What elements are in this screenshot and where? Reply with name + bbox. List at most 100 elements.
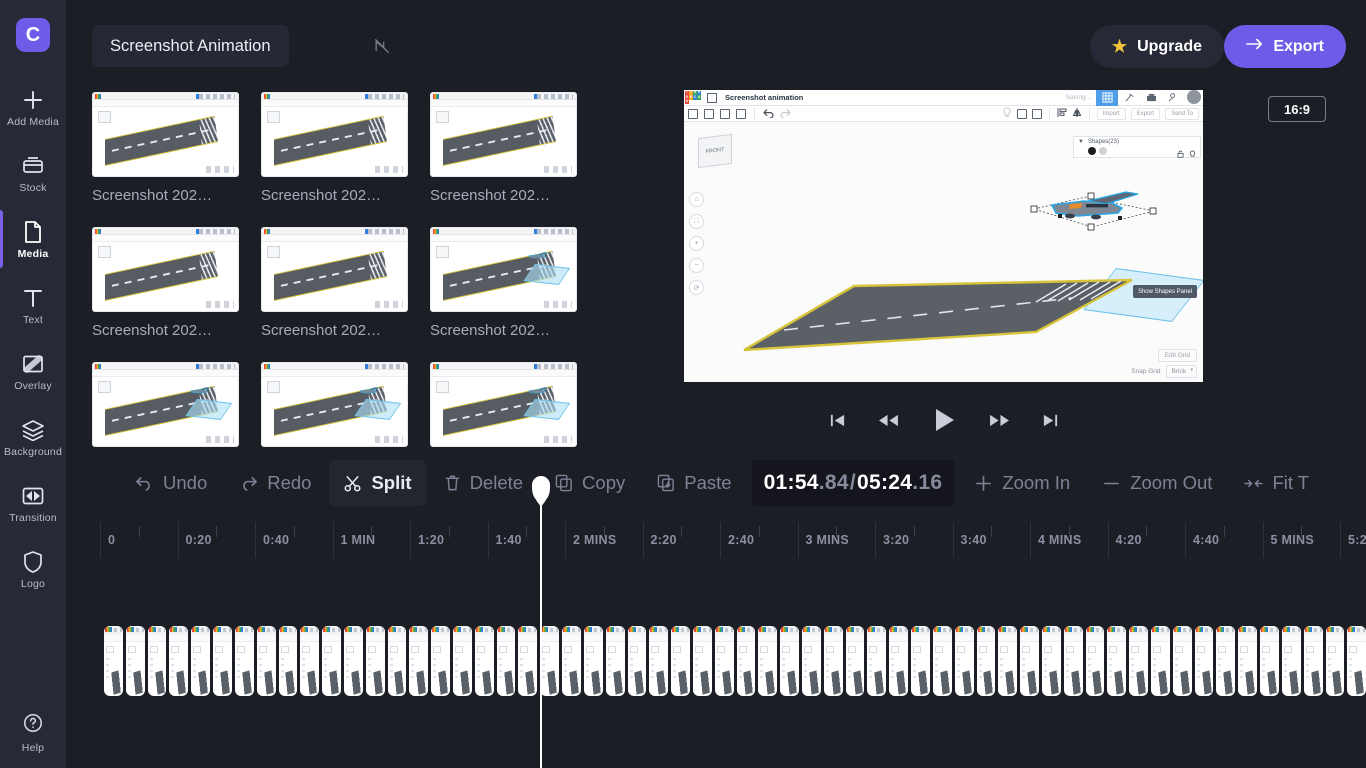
- media-thumbnail[interactable]: [92, 92, 239, 177]
- clip-frame[interactable]: [627, 626, 647, 696]
- clip-frame[interactable]: [496, 626, 516, 696]
- clip-frame[interactable]: [409, 626, 429, 696]
- clip-frame[interactable]: [431, 626, 450, 696]
- media-item[interactable]: Screenshot 202…: [92, 362, 239, 456]
- clip-frame[interactable]: [889, 626, 909, 696]
- project-title[interactable]: Screenshot Animation: [92, 25, 289, 67]
- timeline-clip[interactable]: [104, 626, 1366, 696]
- clip-frame[interactable]: [474, 626, 494, 696]
- zoom-out-button[interactable]: Zoom Out: [1088, 460, 1226, 506]
- skip-start-icon[interactable]: [829, 412, 846, 429]
- clip-frame[interactable]: [1194, 626, 1214, 696]
- tab-build-icon[interactable]: [1118, 90, 1140, 106]
- skip-end-icon[interactable]: [1042, 412, 1059, 429]
- copy-button[interactable]: Copy: [541, 460, 639, 506]
- delete-button[interactable]: Delete: [430, 460, 537, 506]
- media-thumbnail[interactable]: [261, 227, 408, 312]
- clip-frame[interactable]: [256, 626, 276, 696]
- playhead[interactable]: [532, 476, 550, 768]
- mirror-icon[interactable]: [1072, 105, 1082, 123]
- redo-button[interactable]: Redo: [225, 460, 325, 506]
- view-cube[interactable]: FRONT: [698, 133, 732, 169]
- clip-frame[interactable]: [867, 626, 887, 696]
- clip-frame[interactable]: [1107, 626, 1127, 696]
- clip-frame[interactable]: [1303, 626, 1323, 696]
- fit-timeline-button[interactable]: Fit T: [1230, 460, 1323, 506]
- clip-frame[interactable]: [518, 626, 538, 696]
- undo-icon[interactable]: [763, 105, 774, 123]
- clip-frame[interactable]: [736, 626, 756, 696]
- clip-frame[interactable]: [1325, 626, 1345, 696]
- zoom-in-button[interactable]: Zoom In: [960, 460, 1084, 506]
- clip-frame[interactable]: [1172, 626, 1192, 696]
- chevron-down-icon[interactable]: ▼: [1078, 139, 1084, 145]
- zoom-out-icon[interactable]: −: [689, 258, 704, 273]
- clip-frame[interactable]: [562, 626, 581, 696]
- sidebar-item-media[interactable]: Media: [0, 206, 66, 272]
- orbit-icon[interactable]: ⟳: [689, 280, 704, 295]
- clip-frame[interactable]: [998, 626, 1018, 696]
- clip-frame[interactable]: [1041, 626, 1061, 696]
- clip-frame[interactable]: [932, 626, 952, 696]
- clip-frame[interactable]: [387, 626, 407, 696]
- media-thumbnail[interactable]: [430, 227, 577, 312]
- import-button[interactable]: Import: [1096, 107, 1126, 120]
- group-icon[interactable]: [1016, 108, 1027, 119]
- clip-frame[interactable]: [954, 626, 974, 696]
- clip-frame[interactable]: [692, 626, 712, 696]
- media-item[interactable]: Screenshot 202…: [430, 227, 577, 339]
- play-icon[interactable]: [931, 407, 957, 433]
- color-swatch-hole[interactable]: [1098, 147, 1107, 155]
- lock-icon[interactable]: [1177, 145, 1184, 163]
- clip-frame[interactable]: [758, 626, 778, 696]
- tab-account-icon[interactable]: [1162, 90, 1184, 106]
- sidebar-item-help[interactable]: Help: [0, 712, 66, 754]
- split-button[interactable]: Split: [329, 460, 426, 506]
- clip-frame[interactable]: [1347, 626, 1366, 696]
- fast-forward-icon[interactable]: [989, 412, 1010, 429]
- clip-frame[interactable]: [1281, 626, 1301, 696]
- clip-frame[interactable]: [278, 626, 298, 696]
- clip-frame[interactable]: [671, 626, 690, 696]
- sidebar-item-background[interactable]: Background: [0, 404, 66, 470]
- media-thumbnail[interactable]: [430, 362, 577, 447]
- clip-frame[interactable]: [343, 626, 363, 696]
- shapes-panel[interactable]: ▼ Shapes(23): [1073, 136, 1201, 158]
- clip-frame[interactable]: [191, 626, 211, 696]
- sidebar-item-add-media[interactable]: Add Media: [0, 74, 66, 140]
- zoom-in-icon[interactable]: +: [689, 236, 704, 251]
- paste-icon[interactable]: [704, 108, 714, 119]
- duplicate-icon[interactable]: [720, 108, 730, 119]
- redo-icon[interactable]: [780, 105, 791, 123]
- clip-frame[interactable]: [1063, 626, 1083, 696]
- clip-frame[interactable]: [453, 626, 472, 696]
- copy-icon[interactable]: [688, 108, 698, 119]
- clip-frame[interactable]: [322, 626, 341, 696]
- clip-frame[interactable]: [911, 626, 930, 696]
- media-item[interactable]: Screenshot 202…: [430, 92, 577, 204]
- clip-frame[interactable]: [1085, 626, 1105, 696]
- undo-button[interactable]: Undo: [121, 460, 221, 506]
- sidebar-item-text[interactable]: Text: [0, 272, 66, 338]
- media-item[interactable]: Screenshot 202…: [261, 227, 408, 339]
- clip-frame[interactable]: [1260, 626, 1279, 696]
- clip-frame[interactable]: [1151, 626, 1170, 696]
- sidebar-item-stock[interactable]: Stock: [0, 140, 66, 206]
- preview-player[interactable]: TINKERCAD Screenshot animation Saving...: [684, 90, 1203, 382]
- media-item[interactable]: Screenshot 202…: [261, 92, 408, 204]
- clip-frame[interactable]: [365, 626, 385, 696]
- tab-gallery-icon[interactable]: [1140, 90, 1162, 106]
- clip-frame[interactable]: [169, 626, 189, 696]
- tab-grid-icon[interactable]: [1096, 90, 1118, 106]
- clip-frame[interactable]: [583, 626, 603, 696]
- ungroup-icon[interactable]: [1031, 108, 1042, 119]
- media-item[interactable]: Screenshot 202…: [92, 92, 239, 204]
- clip-frame[interactable]: [780, 626, 799, 696]
- clip-frame[interactable]: [300, 626, 320, 696]
- avatar[interactable]: [1187, 90, 1201, 104]
- home-view-icon[interactable]: ⌂: [689, 192, 704, 207]
- upgrade-button[interactable]: ★ Upgrade: [1089, 25, 1224, 68]
- clip-frame[interactable]: [802, 626, 821, 696]
- clip-frame[interactable]: [605, 626, 625, 696]
- clip-frame[interactable]: [1020, 626, 1039, 696]
